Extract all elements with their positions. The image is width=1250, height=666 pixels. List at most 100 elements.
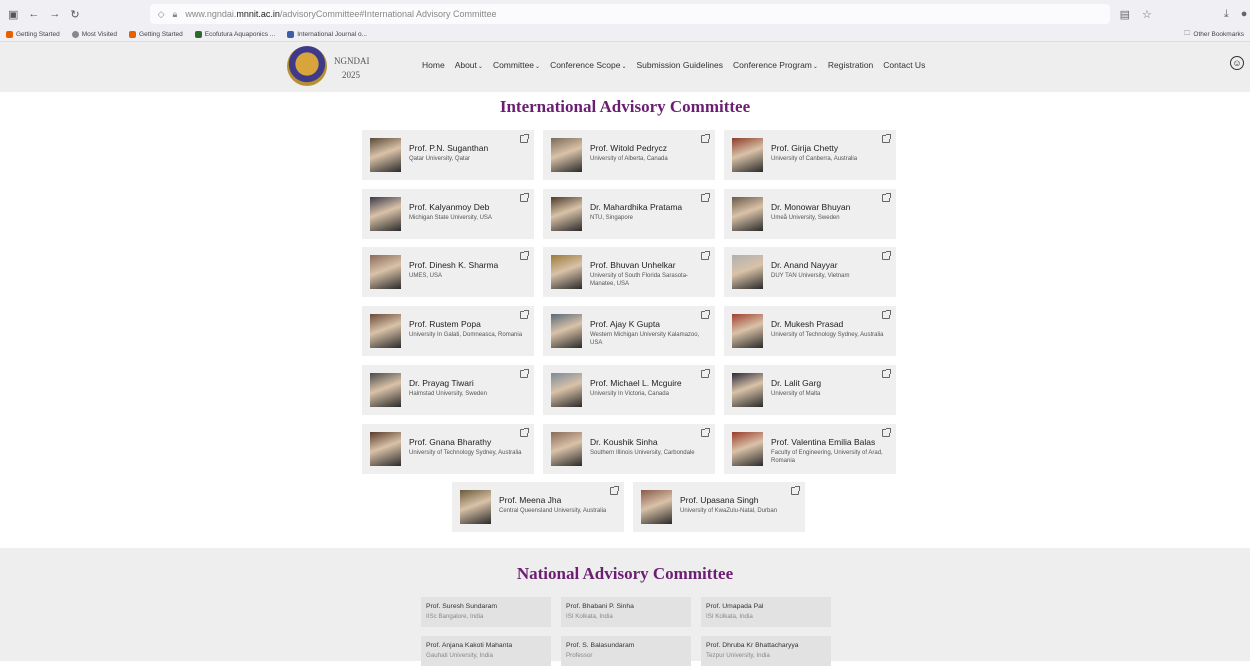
national-member-card[interactable]: Prof. Anjana Kakoti Mahanta Gauhati Unive… — [421, 636, 551, 666]
external-link-icon[interactable] — [701, 369, 710, 378]
member-photo — [460, 490, 491, 524]
member-name: Prof. P.N. Suganthan — [409, 143, 489, 153]
external-link-icon[interactable] — [701, 428, 710, 437]
external-link-icon[interactable] — [701, 193, 710, 202]
external-link-icon[interactable] — [520, 134, 529, 143]
external-link-icon[interactable] — [882, 369, 891, 378]
national-member-card[interactable]: Prof. Bhabani P. Sinha ISI Kolkata, India — [561, 597, 691, 627]
address-bar[interactable]: ◇ 🔒︎ www.ngndai.mnnit.ac.in/advisoryComm… — [149, 4, 1110, 24]
download-icon[interactable]: ⤓ — [1224, 8, 1229, 21]
member-card[interactable]: Prof. Girija Chetty University of Canberr… — [724, 130, 896, 180]
reader-icon[interactable]: ▤ — [1120, 8, 1130, 21]
bookmark-item[interactable]: International Journal o... — [287, 31, 367, 38]
star-icon[interactable]: ☆ — [1142, 8, 1152, 21]
member-card[interactable]: Dr. Anand Nayyar DUY TAN University, Viet… — [724, 247, 896, 297]
external-link-icon[interactable] — [882, 428, 891, 437]
external-link-icon[interactable] — [882, 134, 891, 143]
member-card[interactable]: Prof. Upasana Singh University of KwaZulu… — [633, 482, 805, 532]
menu-about[interactable]: About⌄ — [455, 60, 483, 70]
member-card[interactable]: Prof. P.N. Suganthan Qatar University, Qa… — [362, 130, 534, 180]
member-card[interactable]: Dr. Monowar Bhuyan Umeå University, Swede… — [724, 189, 896, 239]
menu-registration[interactable]: Registration — [828, 60, 873, 70]
menu-submission-guidelines[interactable]: Submission Guidelines — [637, 60, 723, 70]
member-affiliation: University of Alberta, Canada — [590, 156, 668, 162]
member-card[interactable]: Prof. Dinesh K. Sharma UMES, USA — [362, 247, 534, 297]
accessibility-icon[interactable]: ☺ — [1230, 56, 1244, 70]
profile-icon[interactable]: ● — [1241, 8, 1248, 21]
member-card[interactable]: Prof. Meena Jha Central Queensland Univer… — [452, 482, 624, 532]
bookmark-item[interactable]: Getting Started — [129, 31, 183, 38]
member-card[interactable]: Dr. Prayag Tiwari Halmstad University, Sw… — [362, 365, 534, 415]
bookmark-item[interactable]: Most Visited — [71, 31, 117, 38]
external-link-icon[interactable] — [520, 193, 529, 202]
external-link-icon[interactable] — [610, 486, 619, 495]
member-affiliation: NTU, Singapore — [590, 215, 634, 221]
member-photo — [732, 314, 763, 348]
external-link-icon[interactable] — [882, 251, 891, 260]
forward-icon[interactable]: → — [49, 8, 60, 20]
member-photo — [551, 138, 582, 172]
member-name: Dr. Mukesh Prasad — [771, 319, 844, 329]
brand-name: NGNDAI — [334, 56, 370, 66]
site-brand: NGNDAI 2025 — [334, 54, 370, 83]
member-photo — [732, 432, 763, 466]
chevron-down-icon: ⌄ — [621, 64, 627, 70]
member-photo — [370, 197, 401, 231]
member-card[interactable]: Prof. Valentina Emilia Balas Faculty of E… — [724, 424, 896, 474]
member-name: Prof. Umapada Pal — [706, 603, 764, 610]
member-affiliation: Michigan State University, USA — [409, 215, 492, 221]
chevron-down-icon: ⌄ — [812, 64, 818, 70]
member-card[interactable]: Prof. Ajay K Gupta Western Michigan Unive… — [543, 306, 715, 356]
main-menu: Home About⌄ Committee⌄ Conference Scope⌄… — [422, 60, 925, 70]
external-link-icon[interactable] — [882, 193, 891, 202]
menu-conference-scope[interactable]: Conference Scope⌄ — [550, 60, 626, 70]
external-link-icon[interactable] — [520, 310, 529, 319]
external-link-icon[interactable] — [701, 310, 710, 319]
national-member-card[interactable]: Prof. Umapada Pal ISI Kolkata, India — [701, 597, 831, 627]
member-affiliation: University of Canberra, Australia — [771, 156, 858, 162]
member-card[interactable]: Prof. Witold Pedrycz University of Albert… — [543, 130, 715, 180]
member-affiliation: Qatar University, Qatar — [409, 156, 470, 162]
site-logo[interactable] — [287, 46, 327, 86]
external-link-icon[interactable] — [701, 251, 710, 260]
external-link-icon[interactable] — [701, 134, 710, 143]
member-photo — [370, 255, 401, 289]
member-name: Prof. Dhruba Kr Bhattacharyya — [706, 642, 799, 649]
national-member-card[interactable]: Prof. Suresh Sundaram IISc Bangalore, Ind… — [421, 597, 551, 627]
member-card[interactable]: Prof. Michael L. Mcguire University In Vi… — [543, 365, 715, 415]
menu-home[interactable]: Home — [422, 60, 445, 70]
member-affiliation: Umeå University, Sweden — [771, 215, 840, 221]
member-card[interactable]: Prof. Kalyanmoy Deb Michigan State Univer… — [362, 189, 534, 239]
external-link-icon[interactable] — [791, 486, 800, 495]
national-member-card[interactable]: Prof. S. Balasundaram Professor — [561, 636, 691, 666]
member-name: Prof. Suresh Sundaram — [426, 603, 498, 610]
member-name: Dr. Monowar Bhuyan — [771, 202, 851, 212]
national-committee-section: National Advisory Committee Prof. Suresh… — [0, 548, 1250, 666]
member-card[interactable]: Prof. Gnana Bharathy University of Techno… — [362, 424, 534, 474]
member-card[interactable]: Prof. Rustem Popa University In Galati, D… — [362, 306, 534, 356]
national-member-card[interactable]: Prof. Dhruba Kr Bhattacharyya Tezpur Univ… — [701, 636, 831, 666]
member-photo — [551, 197, 582, 231]
member-card[interactable]: Dr. Koushik Sinha Southern Illinois Unive… — [543, 424, 715, 474]
tab-icon[interactable]: ▣ — [8, 8, 18, 21]
menu-conference-program[interactable]: Conference Program⌄ — [733, 60, 818, 70]
member-card[interactable]: Dr. Mukesh Prasad University of Technolog… — [724, 306, 896, 356]
menu-committee[interactable]: Committee⌄ — [493, 60, 540, 70]
other-bookmarks[interactable]: 🗀︎ Other Bookmarks — [1184, 29, 1244, 40]
reload-icon[interactable]: ↻ — [70, 8, 79, 21]
member-name: Prof. Girija Chetty — [771, 143, 839, 153]
member-card[interactable]: Dr. Lalit Garg University of Malta — [724, 365, 896, 415]
back-icon[interactable]: ← — [28, 8, 39, 20]
external-link-icon[interactable] — [520, 369, 529, 378]
external-link-icon[interactable] — [520, 251, 529, 260]
member-name: Prof. Meena Jha — [499, 495, 562, 505]
menu-contact-us[interactable]: Contact Us — [883, 60, 925, 70]
bookmark-item[interactable]: Ecofutura Aquaponics ... — [194, 31, 275, 38]
external-link-icon[interactable] — [520, 428, 529, 437]
member-affiliation: Southern Illinois University, Carbondale — [590, 450, 695, 456]
member-card[interactable]: Dr. Mahardhika Pratama NTU, Singapore — [543, 189, 715, 239]
member-card[interactable]: Prof. Bhuvan Unhelkar University of South… — [543, 247, 715, 297]
bookmark-item[interactable]: Getting Started — [6, 31, 60, 38]
member-affiliation: ISI Kolkata, India — [566, 613, 613, 620]
external-link-icon[interactable] — [882, 310, 891, 319]
